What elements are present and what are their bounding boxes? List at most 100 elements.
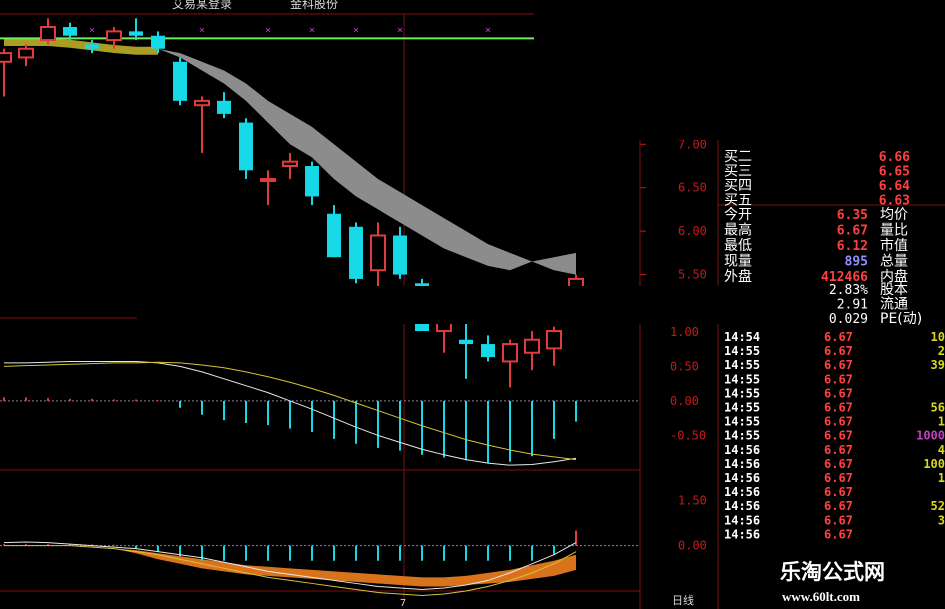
stat-value: 895	[845, 255, 868, 270]
tick-price: 6.67	[824, 330, 853, 344]
tick-time: 14:56	[724, 499, 760, 513]
candle-body-down	[239, 122, 253, 171]
extra-value: 2.83%	[829, 283, 868, 298]
extra-value: 0.029	[829, 312, 868, 327]
candle-body-down	[459, 339, 473, 345]
candle-body-up	[546, 330, 562, 350]
candle-body-down	[129, 31, 143, 36]
tick-time: 14:55	[724, 386, 760, 400]
y-tick-label: 6.50	[678, 181, 707, 195]
cursor-day-label: 7	[400, 598, 406, 609]
y-tick-label: 5.50	[678, 268, 707, 282]
signal-marker: ×	[397, 25, 403, 36]
watermark-url: www.60lt.com	[782, 589, 860, 604]
stat-label-secondary: 总量	[880, 254, 908, 270]
tick-price: 6.67	[824, 457, 853, 471]
tick-price: 6.67	[824, 386, 853, 400]
candle-body-down	[151, 35, 165, 49]
tick-time: 14:56	[724, 485, 760, 499]
tick-time: 14:54	[724, 330, 760, 344]
tick-volume: 10	[931, 330, 945, 344]
tick-time: 14:56	[724, 513, 760, 527]
tick-price: 6.67	[824, 513, 853, 527]
tick-time: 14:56	[724, 527, 760, 541]
extra-label: PE(动)	[880, 311, 922, 327]
signal-marker: ×	[265, 25, 271, 36]
tick-time: 14:55	[724, 344, 760, 358]
candle-body-up	[106, 30, 122, 42]
macd-tick-label: 0.50	[670, 359, 699, 373]
tick-price: 6.67	[824, 429, 853, 443]
tick-volume: 2	[938, 344, 945, 358]
tick-volume: 4	[938, 443, 945, 457]
macd-tick-label: -0.50	[670, 428, 706, 442]
tick-price: 6.67	[824, 415, 853, 429]
stock-chart[interactable]: 艾易某登录 金科股份 ××××××× 8.007.507.006.506.005…	[0, 0, 945, 609]
tick-price: 6.67	[824, 372, 853, 386]
bid-price: 6.64	[879, 179, 910, 194]
candle-body-up	[18, 47, 34, 59]
tick-price: 6.67	[824, 485, 853, 499]
candle-body-up	[194, 99, 210, 107]
tick-price: 6.67	[824, 358, 853, 372]
tick-volume: 3	[938, 513, 945, 527]
watermark: 乐淘公式网 www.60lt.com	[752, 553, 945, 609]
candle-body-up	[524, 338, 540, 354]
header-stock-name: 金科股份	[290, 0, 338, 11]
tick-time: 14:56	[724, 443, 760, 457]
tick-price: 6.67	[824, 401, 853, 415]
candle-body-up	[260, 178, 276, 183]
stat-value: 6.12	[837, 239, 868, 254]
tick-volume: 1	[938, 415, 945, 429]
tick-time: 14:56	[724, 471, 760, 485]
tick-time: 14:55	[724, 401, 760, 415]
tick-volume: 56	[931, 401, 945, 415]
signal-marker: ×	[485, 25, 491, 36]
stat-label-secondary: 市值	[880, 237, 908, 254]
signal-marker: ×	[199, 25, 205, 36]
tick-time: 14:56	[724, 457, 760, 471]
indicator-tick-label: 0.00	[678, 539, 707, 553]
bid-price: 6.66	[879, 150, 910, 165]
tick-price: 6.67	[824, 443, 853, 457]
tick-time: 14:55	[724, 372, 760, 386]
stat-label: 现量	[724, 254, 752, 270]
extra-value: 2.91	[837, 298, 868, 313]
signal-marker: ×	[309, 25, 315, 36]
tick-volume: 100	[923, 457, 945, 471]
tick-price: 6.67	[824, 527, 853, 541]
stat-label: 最低	[724, 238, 752, 254]
stat-value: 6.67	[837, 224, 868, 239]
tick-price: 6.67	[824, 344, 853, 358]
tick-time: 14:55	[724, 358, 760, 372]
indicator-tick-label: 1.50	[678, 493, 707, 507]
tick-volume: 39	[931, 358, 945, 372]
stat-value: 6.35	[837, 208, 868, 223]
candle-body-up	[502, 343, 518, 363]
candle-body-up	[0, 52, 12, 63]
tick-volume: 52	[931, 499, 945, 513]
stat-label-secondary: 均价	[880, 207, 908, 223]
occlusion-top-right	[534, 0, 945, 140]
candle-body-down	[393, 235, 407, 275]
occlusion-middle	[137, 286, 804, 324]
signal-marker: ×	[353, 25, 359, 36]
tick-time: 14:55	[724, 415, 760, 429]
stat-label: 最高	[724, 222, 752, 239]
tick-price: 6.67	[824, 471, 853, 485]
stat-label-secondary: 量比	[880, 223, 908, 239]
signal-marker: ×	[89, 25, 95, 36]
tick-volume: 1	[938, 471, 945, 485]
candle-body-down	[349, 226, 363, 279]
candle-body-up	[282, 160, 298, 168]
macd-tick-label: 0.00	[670, 394, 699, 408]
stat-label: 今开	[724, 207, 752, 223]
candle-body-down	[63, 27, 77, 36]
y-tick-label: 6.00	[678, 224, 707, 238]
candle-body-up	[40, 26, 56, 42]
macd-tick-label: 1.00	[670, 325, 699, 339]
period-label[interactable]: 日线	[672, 593, 694, 607]
header-title: 艾易某登录	[172, 0, 232, 11]
bid-price: 6.65	[879, 165, 910, 180]
tick-price: 6.67	[824, 499, 853, 513]
